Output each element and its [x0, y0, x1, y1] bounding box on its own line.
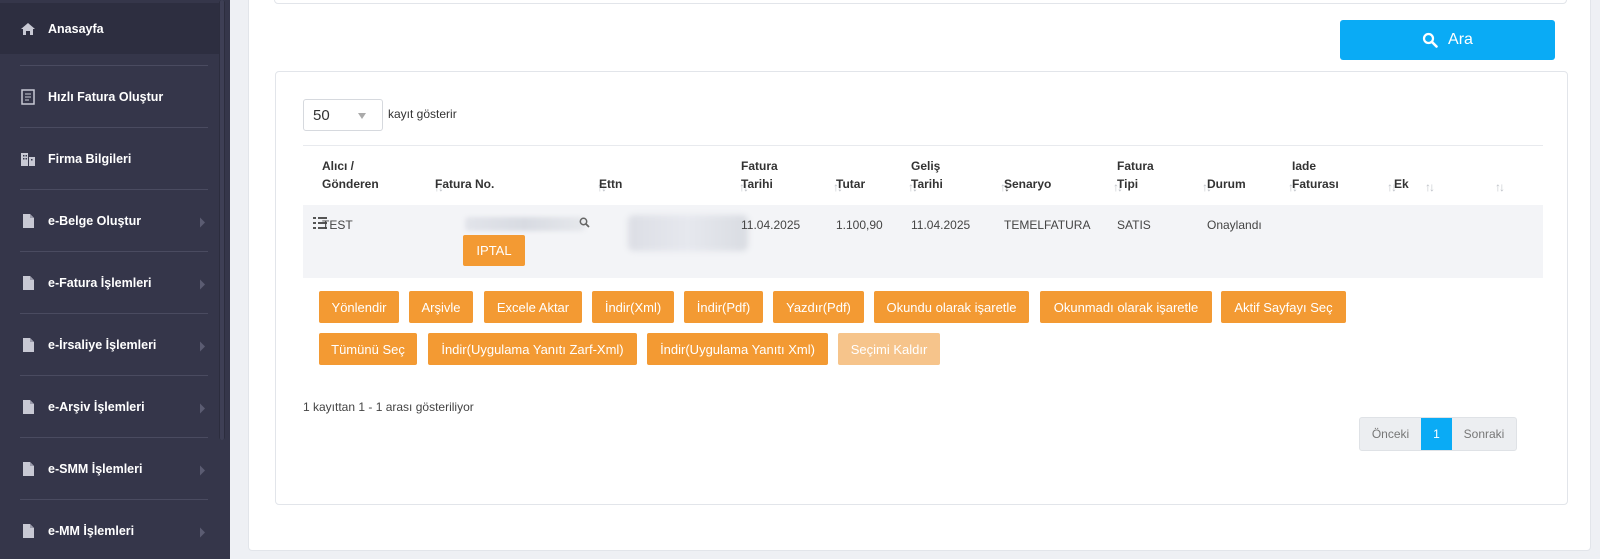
sidebar-item-e-belge[interactable]: e-Belge Oluştur — [0, 190, 219, 252]
sidebar-item-label: e-MM İşlemleri — [48, 524, 135, 538]
sidebar-item-label: Firma Bilgileri — [48, 152, 132, 166]
download-response-xml-button[interactable]: İndir(Uygulama Yanıtı Xml) — [647, 333, 828, 365]
page-length-label: kayıt gösterir — [388, 107, 457, 121]
cell-status: Onaylandı — [1207, 218, 1262, 232]
home-icon — [21, 22, 35, 35]
search-button[interactable]: Ara — [1340, 20, 1555, 60]
sidebar-item-label: Hızlı Fatura Oluştur — [48, 90, 164, 104]
cell-arrival-date: 11.04.2025 — [911, 218, 971, 232]
column-header-invoice-type[interactable]: Fatura Tipi — [1117, 157, 1154, 193]
sidebar-item-e-arsiv[interactable]: e-Arşiv İşlemleri — [0, 376, 219, 438]
column-header-ettn[interactable]: Ettn — [599, 175, 622, 193]
export-excel-button[interactable]: Excele Aktar — [484, 291, 582, 323]
table-header: Alıcı / Gönderen ↑↓ Fatura No. ↑↓ Ettn ↑… — [303, 145, 1543, 205]
sidebar-item-e-smm[interactable]: e-SMM İşlemleri — [0, 438, 219, 500]
table-info: 1 kayıttan 1 - 1 arası gösteriliyor — [303, 400, 474, 414]
column-header-arrival-date[interactable]: Geliş Tarihi — [911, 157, 943, 193]
cell-invoice-no-redacted — [465, 217, 585, 231]
file-icon — [23, 524, 34, 538]
sidebar-item-label: e-SMM İşlemleri — [48, 462, 143, 476]
mark-read-button[interactable]: Okundu olarak işaretle — [874, 291, 1029, 323]
cell-invoice-type: SATIS — [1117, 218, 1151, 232]
caret-down-icon — [358, 113, 366, 119]
sidebar-item-label: Anasayfa — [48, 21, 104, 36]
pagination-page-1[interactable]: 1 — [1421, 418, 1452, 450]
archive-button[interactable]: Arşivle — [409, 291, 473, 323]
pagination: Önceki 1 Sonraki — [1359, 417, 1517, 451]
download-pdf-button[interactable]: İndir(Pdf) — [684, 291, 763, 323]
chevron-right-icon — [200, 527, 205, 538]
chevron-right-icon — [200, 217, 205, 228]
column-header-recipient[interactable]: Alıcı / Gönderen — [322, 157, 379, 193]
main-content: Ara 50 kayıt gösterir Alıcı / Gönderen ↑… — [230, 0, 1600, 559]
clear-selection-button[interactable]: Seçimi Kaldır — [838, 333, 940, 365]
file-icon — [23, 338, 34, 352]
pagination-previous[interactable]: Önceki — [1360, 418, 1421, 450]
file-icon — [23, 276, 34, 290]
file-icon — [23, 400, 34, 414]
forward-button[interactable]: Yönlendir — [319, 291, 399, 323]
download-response-envelope-xml-button[interactable]: İndir(Uygulama Yanıtı Zarf-Xml) — [428, 333, 637, 365]
search-button-label: Ara — [1448, 31, 1473, 48]
sidebar-item-quick-invoice[interactable]: Hızlı Fatura Oluştur — [0, 66, 219, 128]
cell-amount: 1.100,90 — [836, 218, 883, 232]
file-icon — [23, 214, 34, 228]
sidebar-item-label: e-Fatura İşlemleri — [48, 276, 152, 290]
sidebar-scroll-thumb[interactable] — [220, 0, 224, 440]
column-header-amount[interactable]: Tutar — [836, 175, 865, 193]
sidebar-item-home[interactable]: Anasayfa — [0, 3, 219, 54]
column-header-invoice-date[interactable]: Fatura Tarihi — [741, 157, 778, 193]
sidebar-item-e-fatura[interactable]: e-Fatura İşlemleri — [0, 252, 219, 314]
sidebar-item-e-mm[interactable]: e-MM İşlemleri — [0, 500, 219, 559]
building-icon — [21, 153, 35, 166]
file-icon — [23, 462, 34, 476]
column-header-return-invoice[interactable]: Iade Faturası — [1292, 157, 1339, 193]
cancel-invoice-button[interactable]: IPTAL — [463, 235, 525, 266]
cell-invoice-date: 11.04.2025 — [741, 218, 801, 232]
cell-ettn-redacted — [628, 215, 748, 251]
chevron-right-icon — [200, 403, 205, 414]
page-length-value: 50 — [313, 106, 330, 124]
sidebar-item-company-info[interactable]: Firma Bilgileri — [0, 128, 219, 190]
sort-icon[interactable]: ↑↓ — [1495, 180, 1505, 194]
filter-panel — [274, 0, 1567, 4]
sidebar: Anasayfa Hızlı Fatura Oluştur Firma Bilg… — [0, 0, 230, 559]
document-icon — [21, 89, 35, 105]
search-icon[interactable] — [579, 217, 590, 228]
column-header-scenario[interactable]: Senaryo — [1004, 175, 1051, 193]
column-header-invoice-no[interactable]: Fatura No. — [435, 175, 494, 193]
table-row[interactable]: TEST IPTAL 11.04.2025 1.100,90 11.04.202… — [303, 205, 1543, 278]
chevron-right-icon — [200, 465, 205, 476]
cell-recipient: TEST — [322, 218, 353, 232]
select-page-button[interactable]: Aktif Sayfayı Seç — [1221, 291, 1346, 323]
invoice-table-card: 50 kayıt gösterir Alıcı / Gönderen ↑↓ Fa… — [275, 71, 1568, 505]
select-all-button[interactable]: Tümünü Seç — [319, 333, 417, 365]
pagination-next[interactable]: Sonraki — [1452, 418, 1516, 450]
sort-icon[interactable]: ↑↓ — [1425, 180, 1435, 194]
cell-scenario: TEMELFATURA — [1004, 218, 1091, 232]
column-header-status[interactable]: Durum — [1207, 175, 1246, 193]
search-icon — [1422, 32, 1438, 48]
chevron-right-icon — [200, 279, 205, 290]
download-xml-button[interactable]: İndir(Xml) — [592, 291, 674, 323]
sidebar-item-label: e-Arşiv İşlemleri — [48, 400, 145, 414]
print-pdf-button[interactable]: Yazdır(Pdf) — [773, 291, 864, 323]
mark-unread-button[interactable]: Okunmadı olarak işaretle — [1040, 291, 1212, 323]
page-length-select[interactable]: 50 — [303, 99, 383, 131]
chevron-right-icon — [200, 341, 205, 352]
sidebar-item-label: e-Belge Oluştur — [48, 214, 142, 228]
sidebar-item-label: e-İrsaliye İşlemleri — [48, 338, 157, 352]
sidebar-item-e-irsaliye[interactable]: e-İrsaliye İşlemleri — [0, 314, 219, 376]
column-header-attachment[interactable]: Ek — [1394, 175, 1409, 193]
